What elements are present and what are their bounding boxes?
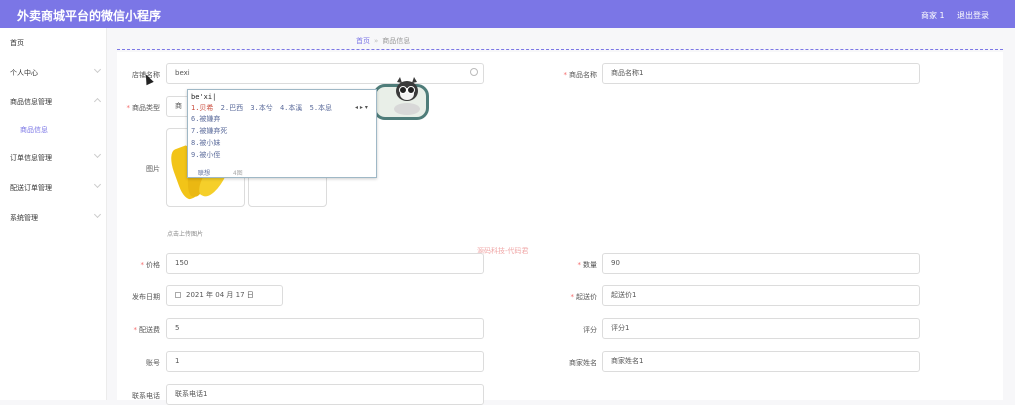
breadcrumb: 首页 » 商品信息	[117, 32, 1003, 50]
sidebar-item-profile[interactable]: 个人中心	[0, 62, 107, 82]
sidebar-item-label: 商品信息	[20, 126, 48, 134]
delivery-fee-label: * 配送费	[133, 326, 161, 334]
quantity-label: * 数量	[577, 261, 598, 269]
quantity-input[interactable]: 90	[602, 253, 920, 274]
phone-input[interactable]: 联系电话1	[166, 384, 484, 405]
account-label: 账号	[146, 359, 160, 367]
ime-candidate[interactable]: 5.本息	[310, 104, 332, 112]
breadcrumb-current: 商品信息	[382, 37, 411, 45]
ime-candidate[interactable]: 6.被嫌弃	[191, 114, 220, 124]
price-label: * 价格	[140, 261, 161, 269]
sidebar-item-label: 订单信息管理	[10, 154, 52, 162]
ime-page-arrows[interactable]: ◂ ▸ ▾	[355, 104, 375, 112]
ime-candidate[interactable]: 8.被小妹	[191, 138, 220, 148]
product-name-label: * 商品名称	[563, 71, 598, 79]
account-input[interactable]: 1	[166, 351, 484, 372]
rating-label: 评分	[583, 326, 597, 334]
current-user: 商家 1	[921, 11, 945, 20]
product-type-label: * 商品类型	[126, 104, 161, 112]
ime-candidate[interactable]: 2.巴西	[221, 104, 243, 112]
sidebar-item-label: 系统管理	[10, 214, 38, 222]
ime-footer[interactable]: 联想	[198, 168, 210, 177]
merchant-name-label: 商家姓名	[569, 359, 597, 367]
app-title: 外卖商城平台的微信小程序	[17, 9, 162, 23]
publish-date-picker[interactable]: 2021 年 04 月 17 日	[166, 285, 283, 306]
calendar-icon	[175, 292, 181, 298]
sidebar-item-label: 个人中心	[10, 69, 38, 77]
ime-mascot-icon	[394, 77, 420, 115]
logout-link[interactable]: 退出登录	[957, 10, 989, 21]
top-bar: 外卖商城平台的微信小程序 商家 1 退出登录	[0, 0, 1015, 28]
ime-candidate[interactable]: 7.被嫌弃死	[191, 126, 227, 136]
chevron-down-icon	[93, 150, 102, 159]
ime-candidate[interactable]: 1.贝希	[191, 104, 213, 112]
sidebar-item-home[interactable]: 首页	[0, 32, 107, 52]
clear-icon[interactable]	[470, 68, 478, 76]
sidebar-item-label: 商品信息管理	[10, 98, 52, 106]
shop-name-input[interactable]: bexi	[166, 63, 484, 84]
price-input[interactable]: 150	[166, 253, 484, 274]
sidebar-item-product-info[interactable]: 商品信息	[0, 119, 107, 139]
ime-candidate[interactable]: 3.本兮	[250, 104, 272, 112]
sidebar: 首页 个人中心 商品信息管理 商品信息 订单信息管理 配送订单管理 系统管理	[0, 28, 107, 400]
sidebar-item-label: 配送订单管理	[10, 184, 52, 192]
delivery-fee-input[interactable]: 5	[166, 318, 484, 339]
ime-candidate[interactable]: 9.被小侄	[191, 150, 220, 160]
breadcrumb-separator: »	[374, 37, 379, 45]
merchant-name-input[interactable]: 商家姓名1	[602, 351, 920, 372]
ime-footer-more[interactable]: 4图	[233, 168, 243, 177]
image-label: 图片	[146, 165, 160, 173]
watermark: 源码科技-代码君	[477, 247, 529, 255]
chevron-down-icon	[93, 180, 102, 189]
ime-pinyin: be'xi|	[191, 93, 217, 101]
publish-date-label: 发布日期	[132, 293, 160, 301]
product-name-input[interactable]: 商品名称1	[602, 63, 920, 84]
breadcrumb-home-link[interactable]: 首页	[356, 37, 370, 45]
ime-candidate-window: be'xi| 1.贝希 2.巴西 3.本兮 4.本溪 5.本息 6.被嫌弃 7.…	[187, 89, 377, 178]
sidebar-item-product-management[interactable]: 商品信息管理	[0, 91, 107, 111]
min-price-input[interactable]: 起送价1	[602, 285, 920, 306]
ime-candidate[interactable]: 4.本溪	[280, 104, 302, 112]
upload-hint: 点击上传图片	[167, 231, 204, 238]
sidebar-item-label: 首页	[10, 39, 24, 47]
sidebar-item-order-management[interactable]: 订单信息管理	[0, 147, 107, 167]
sidebar-item-delivery-management[interactable]: 配送订单管理	[0, 177, 107, 197]
min-price-label: * 起送价	[570, 293, 598, 301]
chevron-down-icon	[93, 210, 102, 219]
rating-input[interactable]: 评分1	[602, 318, 920, 339]
sidebar-item-system[interactable]: 系统管理	[0, 207, 107, 227]
